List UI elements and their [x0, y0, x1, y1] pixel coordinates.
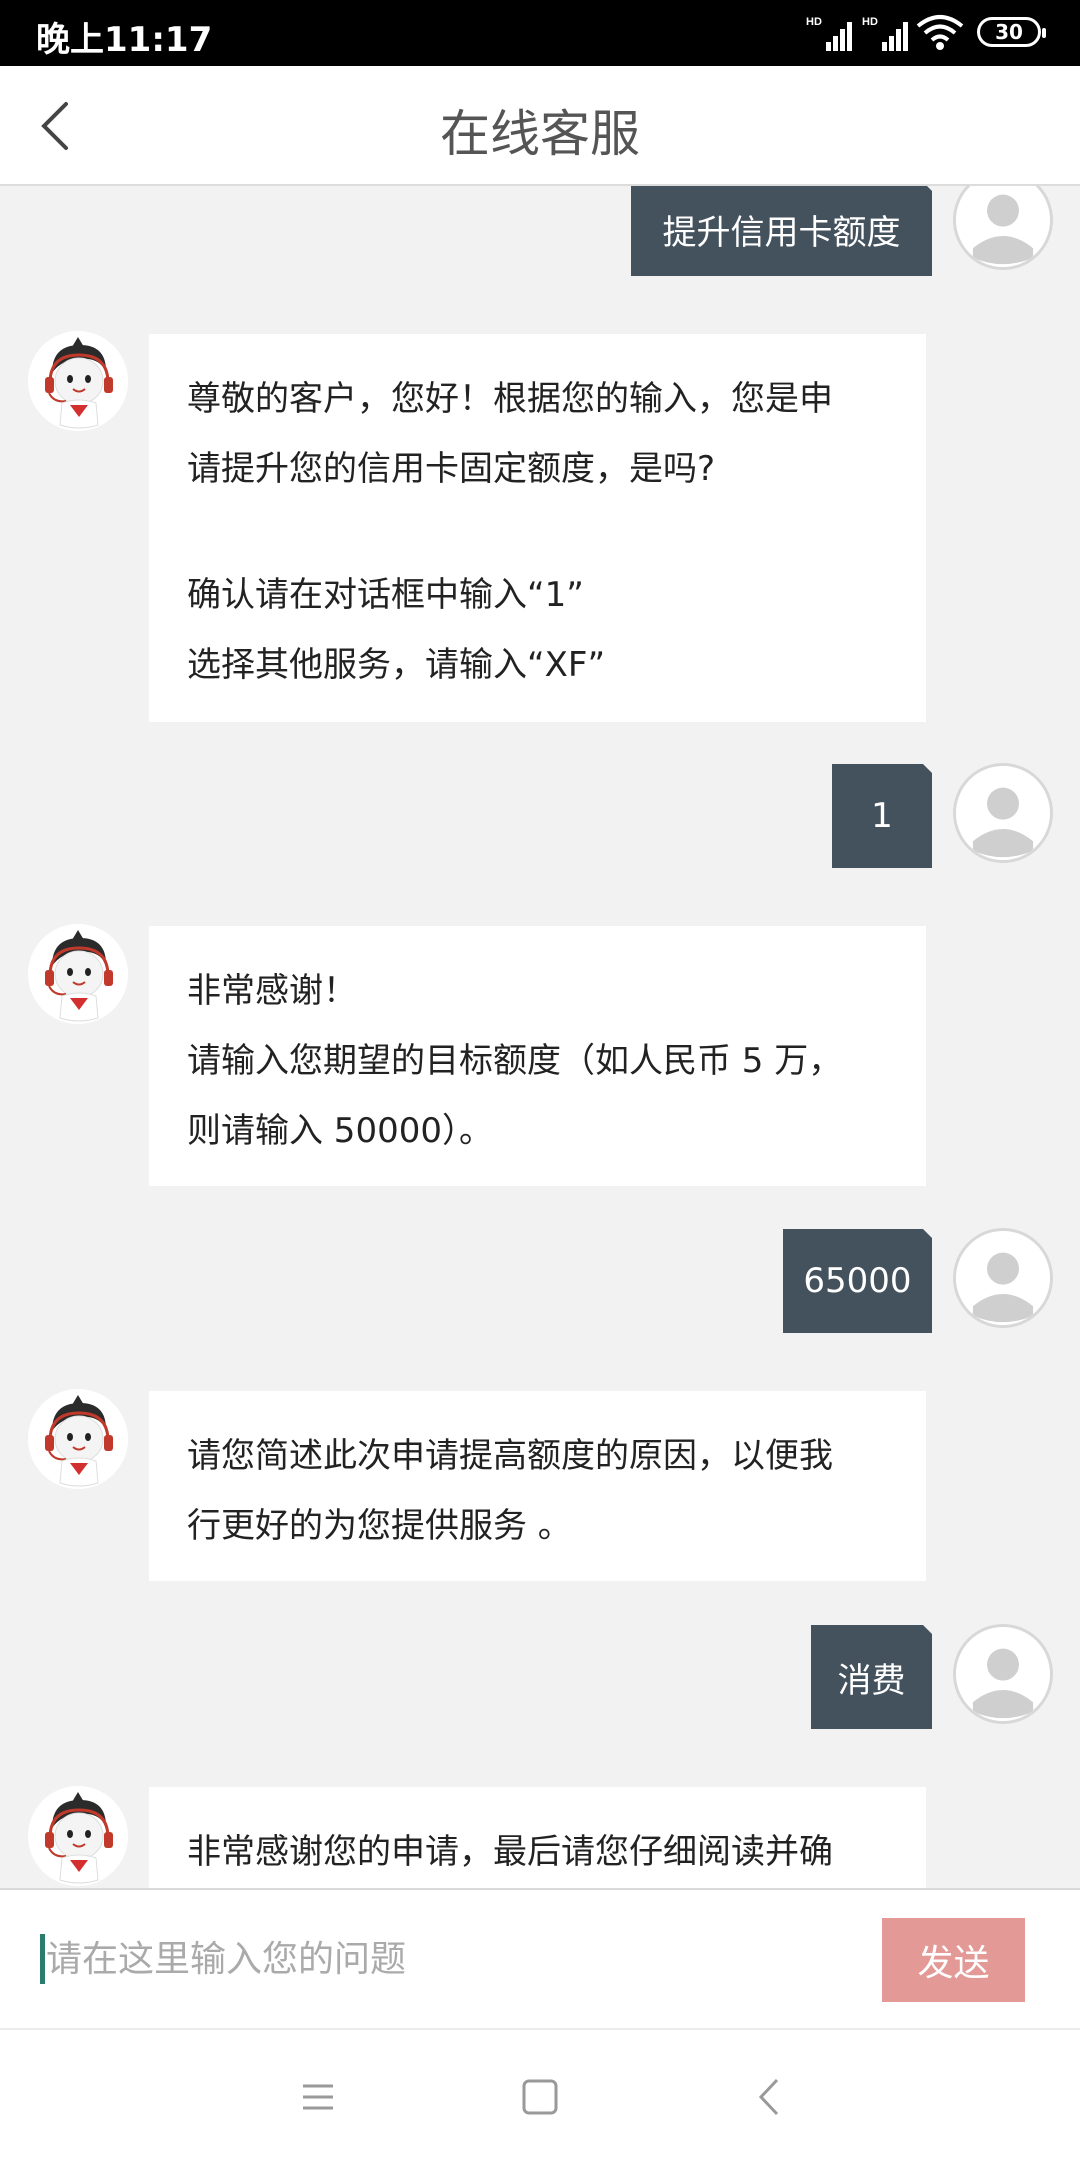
header: 在线客服 [0, 66, 1080, 186]
message-line: 请输入您期望的目标额度（如人民币 5 万， [187, 1041, 843, 1081]
system-nav-bar [0, 2028, 1080, 2160]
svg-text:HD: HD [806, 16, 822, 28]
user-message-bubble: 1 [832, 764, 933, 868]
home-square-icon[interactable] [515, 2072, 565, 2122]
user-message-bubble: 65000 [783, 1229, 933, 1333]
message-line: 请您简述此次申请提高额度的原因，以便我 [187, 1436, 833, 1476]
hd-signal-icon: HD [806, 16, 852, 51]
chat-area[interactable]: 提升信用卡额度 尊敬的客户，您好！根据您的输入，您是申 请提升您的信用卡固定额度… [0, 186, 1080, 1888]
message-line: 非常感谢您的申请，最后请您仔细阅读并确 [187, 1832, 833, 1872]
battery-icon: 30 [977, 17, 1046, 47]
message-text: 消费 [837, 1660, 906, 1701]
message-line: 行更好的为您提供服务 。 [187, 1506, 572, 1546]
text-cursor [40, 1934, 45, 1984]
user-message-bubble: 消费 [811, 1625, 933, 1729]
back-chevron-icon[interactable] [745, 2072, 795, 2122]
message-line: 请提升您的信用卡固定额度，是吗? [187, 449, 716, 489]
send-button[interactable]: 发送 [882, 1918, 1025, 2002]
user-message-bubble: 提升信用卡额度 [631, 186, 933, 276]
user-avatar [953, 1228, 1053, 1328]
hd-signal-icon: HD [862, 16, 908, 51]
page-title: 在线客服 [440, 105, 640, 163]
user-avatar [953, 186, 1053, 270]
bot-message-bubble: 非常感谢！ 请输入您期望的目标额度（如人民币 5 万， 则请输入 50000）。 [149, 926, 926, 1186]
bot-avatar [28, 331, 128, 431]
message-text: 1 [871, 796, 893, 836]
menu-icon[interactable] [293, 2072, 343, 2122]
wifi-icon [916, 15, 964, 50]
user-avatar [953, 763, 1053, 863]
message-input[interactable] [46, 1924, 866, 1994]
status-time: 晚上11:17 [36, 20, 213, 60]
message-text: 提升信用卡额度 [662, 212, 901, 253]
bot-avatar [28, 1389, 128, 1489]
status-bar: 晚上11:17 HD HD 30 [0, 0, 1080, 66]
message-line: 非常感谢！ [187, 971, 357, 1011]
bot-message-bubble: 请您简述此次申请提高额度的原因，以便我 行更好的为您提供服务 。 [149, 1391, 926, 1581]
bot-avatar [28, 924, 128, 1024]
user-avatar [953, 1624, 1053, 1724]
message-line: 尊敬的客户，您好！根据您的输入，您是申 [187, 379, 833, 419]
bot-avatar [28, 1786, 128, 1886]
message-line: 则请输入 50000）。 [187, 1111, 493, 1151]
svg-text:HD: HD [862, 16, 878, 28]
message-line: 选择其他服务，请输入“XF” [187, 645, 606, 685]
message-text: 65000 [803, 1261, 912, 1301]
message-line: 确认请在对话框中输入“1” [187, 575, 584, 615]
bot-message-bubble: 非常感谢您的申请，最后请您仔细阅读并确 [149, 1787, 926, 1888]
input-bar: 发送 [0, 1888, 1080, 2028]
bot-message-bubble: 尊敬的客户，您好！根据您的输入，您是申 请提升您的信用卡固定额度，是吗? 确认请… [149, 334, 926, 722]
message-line [187, 504, 888, 560]
